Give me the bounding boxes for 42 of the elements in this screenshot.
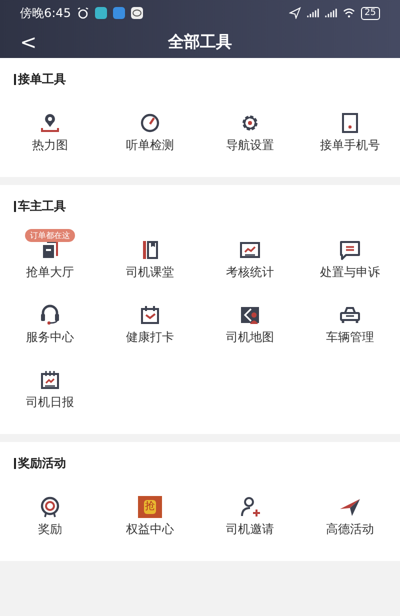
tool-label[interactable]: 健康打卡 (126, 328, 174, 346)
target-icon (39, 496, 61, 518)
app-icon (94, 7, 107, 19)
signal-icon (306, 7, 319, 19)
app-icon (112, 7, 125, 19)
wifi-icon (342, 7, 355, 19)
tool-label[interactable]: 奖励 (38, 520, 62, 538)
tool-label[interactable]: 司机日报 (26, 394, 74, 410)
alarm-icon (76, 7, 89, 19)
tool-label[interactable]: 车辆管理 (326, 328, 374, 346)
section-title: 奖励活动 (18, 454, 66, 472)
tool-label[interactable]: 权益中心 (126, 520, 174, 538)
tool-label[interactable]: 导航设置 (226, 136, 274, 154)
battery-level: 25 (360, 6, 380, 20)
pin-icon (39, 112, 61, 134)
tool-label[interactable]: 高德活动 (326, 520, 374, 538)
tool-label[interactable]: 接单手机号 (320, 136, 380, 154)
coupon-icon: 抢 (138, 496, 162, 518)
tool-label[interactable]: 处置与申诉 (320, 264, 380, 280)
tool-label[interactable]: 热力图 (32, 136, 68, 154)
calendar-icon (139, 304, 161, 326)
tool-label[interactable]: 服务中心 (26, 328, 74, 346)
tool-label[interactable]: 司机课堂 (126, 264, 174, 280)
location-icon (288, 7, 301, 19)
section-title: 接单工具 (18, 70, 66, 88)
headset-icon (39, 304, 61, 326)
message-icon (339, 238, 361, 260)
chat-icon (130, 7, 143, 19)
tool-badge: 订单都在这 (25, 229, 75, 242)
tool-label[interactable]: 司机邀请 (226, 520, 274, 538)
gauge-icon (139, 112, 161, 134)
status-time: 傍晚6:45 (20, 4, 71, 22)
tool-label[interactable]: 司机地图 (226, 328, 274, 346)
tool-label[interactable]: 抢单大厅 (26, 264, 74, 280)
report-icon (39, 368, 61, 390)
section-title: 车主工具 (18, 198, 66, 214)
signal-icon (324, 7, 337, 19)
invite-icon (239, 496, 261, 518)
page-title: 全部工具 (166, 32, 233, 52)
back-button[interactable]: < (20, 30, 34, 54)
tool-label[interactable]: 听单检测 (126, 136, 174, 154)
tool-label[interactable]: 考核统计 (226, 264, 274, 280)
